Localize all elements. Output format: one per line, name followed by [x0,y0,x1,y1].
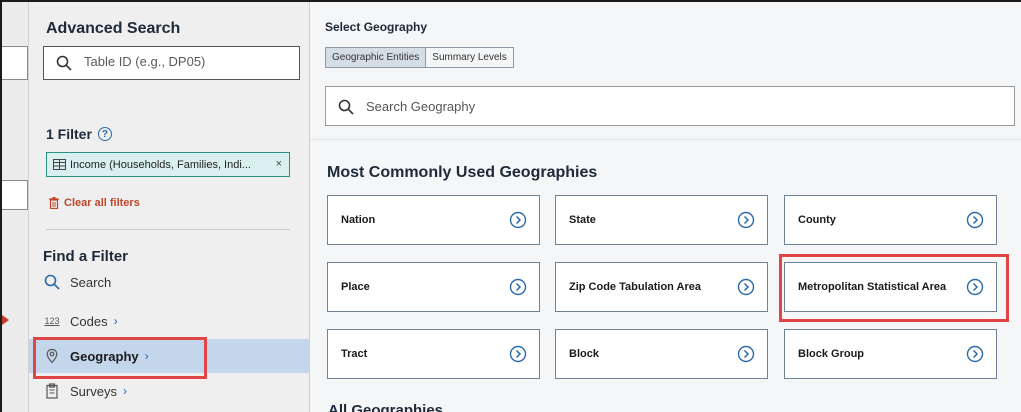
chevron-right-circle-icon [966,345,984,363]
tab-summary-levels[interactable]: Summary Levels [426,48,512,67]
help-icon[interactable]: ? [97,127,112,141]
nav-label-search: Search [70,274,112,290]
common-geographies-title: Most Commonly Used Geographies [327,164,598,181]
chevron-right-circle-icon [509,211,527,229]
geo-card-zcta[interactable]: Zip Code Tabulation Area [555,262,768,312]
highlight-metro-area [779,254,1009,322]
chevron-right-circle-icon [509,345,527,363]
highlight-geography [33,337,207,379]
select-geography-title: Select Geography [325,20,428,34]
geography-mode-toggle: Geographic Entities Summary Levels [325,47,514,68]
strip-input [2,180,28,210]
geo-card-state[interactable]: State [555,195,768,245]
geo-card-nation[interactable]: Nation [327,195,540,245]
divider [46,229,290,230]
advanced-search-title: Advanced Search [46,20,181,37]
chevron-right-circle-icon [966,211,984,229]
geo-card-block-group[interactable]: Block Group [784,329,997,379]
filter-count: 1 Filter ? [46,126,112,142]
geography-header: Select Geography Geographic Entities Sum… [310,2,1021,140]
nav-label-surveys: Surveys [70,383,117,399]
search-icon [338,99,354,115]
clipboard-icon [46,383,58,399]
geo-card-label: Block [569,348,599,360]
geography-search-input[interactable] [366,99,966,114]
geo-card-label: Tract [341,348,368,360]
nav-item-search[interactable]: Search [29,265,309,299]
geo-card-label: Block Group [798,348,865,360]
table-id-input[interactable] [84,54,289,69]
geo-card-block[interactable]: Block [555,329,768,379]
geography-search[interactable] [325,86,1015,126]
geography-panel: Select Geography Geographic Entities Sum… [309,2,1021,412]
filter-count-label: 1 Filter [46,126,92,142]
geo-card-county[interactable]: County [784,195,997,245]
codes-icon: 123 [44,316,60,326]
clear-all-filters-label: Clear all filters [64,197,140,209]
geo-card-tract[interactable]: Tract [327,329,540,379]
active-filter-label: Income (Households, Families, Indi... [70,158,251,171]
chevron-right-circle-icon [737,211,755,229]
nav-item-surveys[interactable]: Surveys › [29,374,309,408]
chevron-right-icon: › [122,384,127,398]
table-id-search[interactable] [43,46,300,80]
geo-card-label: State [569,214,596,226]
pointer-arrow [2,315,9,325]
chevron-right-circle-icon [509,278,527,296]
clear-all-filters-link[interactable]: Clear all filters [49,197,140,209]
active-filter-chip[interactable]: Income (Households, Families, Indi... × [46,152,290,177]
geo-card-label: Zip Code Tabulation Area [569,281,702,293]
table-icon [53,159,66,170]
chevron-right-circle-icon [737,345,755,363]
nav-item-codes[interactable]: 123 Codes › [29,304,309,338]
app-frame: Advanced Search 1 Filter ? Income (House… [0,0,1021,412]
geo-card-label: County [798,214,836,226]
find-filter-title: Find a Filter [43,248,129,265]
trash-icon [49,197,59,209]
close-icon[interactable]: × [276,158,282,170]
geo-card-place[interactable]: Place [327,262,540,312]
tab-geographic-entities[interactable]: Geographic Entities [326,48,427,67]
chevron-right-circle-icon [737,278,755,296]
search-icon [44,274,60,290]
geo-card-label: Place [341,281,370,293]
nav-label-codes: Codes [70,313,108,329]
geo-card-label: Nation [341,214,376,226]
search-icon [56,55,72,71]
all-geographies-title: All Geographies [328,402,444,412]
left-strip [2,2,28,412]
strip-input [2,46,28,80]
chevron-right-icon: › [113,314,118,328]
